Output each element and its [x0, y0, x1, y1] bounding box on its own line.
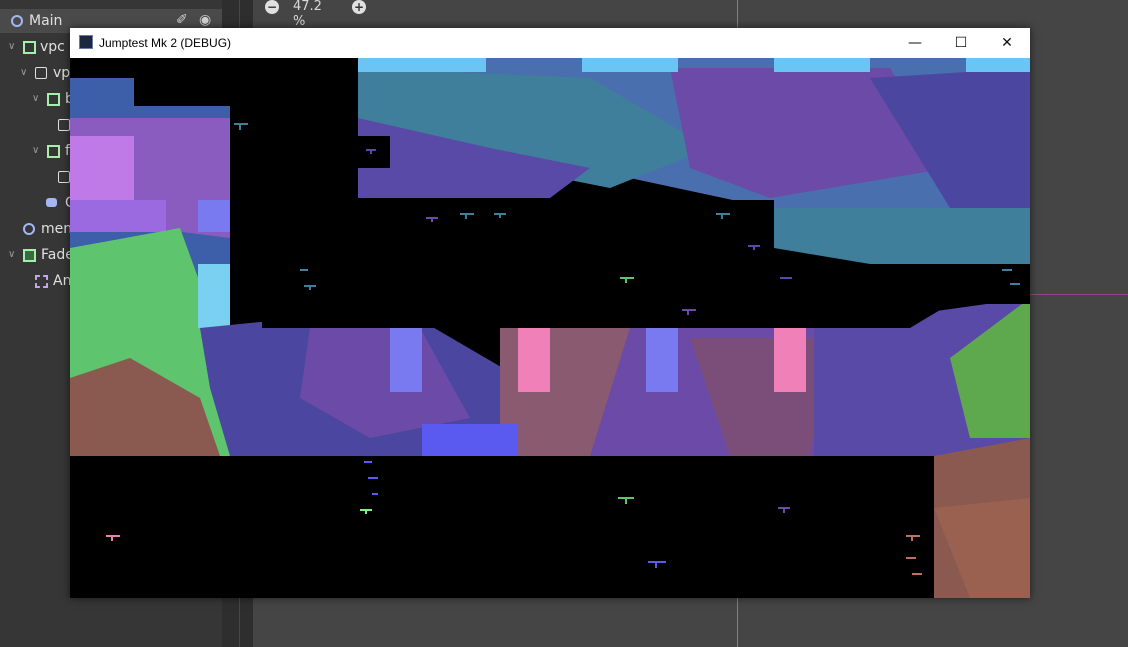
minimize-button[interactable]: — [892, 28, 938, 58]
animation-player-icon [35, 275, 48, 288]
window-titlebar[interactable]: Jumptest Mk 2 (DEBUG) — ☐ ✕ [70, 28, 1030, 58]
close-button[interactable]: ✕ [984, 28, 1030, 58]
plus-circle-icon[interactable]: + [352, 0, 366, 14]
game-window[interactable]: Jumptest Mk 2 (DEBUG) — ☐ ✕ [70, 28, 1030, 598]
chevron-down-icon[interactable]: ∨ [8, 35, 15, 59]
container-icon [47, 145, 60, 158]
chevron-down-icon[interactable]: ∨ [32, 139, 39, 163]
color-rect-icon [23, 249, 36, 262]
minus-circle-icon[interactable]: − [265, 0, 279, 14]
script-icon[interactable]: ✐ [176, 12, 188, 28]
viewport-container-icon [23, 41, 36, 54]
godot-app-icon [79, 35, 93, 49]
maximize-button[interactable]: ☐ [938, 28, 984, 58]
zoom-level: 47.2 % [293, 0, 322, 29]
viewport-icon [35, 67, 47, 79]
chevron-down-icon[interactable]: ∨ [20, 61, 27, 85]
tree-node-label: Main [29, 13, 63, 29]
node-circle-icon [11, 15, 23, 27]
tree-node-label: An [53, 273, 72, 289]
eye-icon[interactable]: ◉ [199, 12, 211, 28]
tree-node-label: vpc [40, 39, 65, 55]
chevron-down-icon[interactable]: ∨ [32, 87, 39, 111]
game-canvas[interactable] [70, 58, 1030, 598]
viewport-icon [58, 119, 70, 131]
container-icon [47, 93, 60, 106]
chevron-down-icon[interactable]: ∨ [8, 243, 15, 267]
camera-icon [46, 198, 57, 207]
game-scene [70, 58, 1030, 598]
node-circle-icon [23, 223, 35, 235]
window-title: Jumptest Mk 2 (DEBUG) [99, 36, 232, 50]
viewport-guide-horizontal [1030, 294, 1128, 295]
tree-node-label: Fade [41, 247, 74, 263]
viewport-icon [58, 171, 70, 183]
tree-node-label: men [41, 221, 73, 237]
tree-node-label: vp [53, 65, 71, 81]
